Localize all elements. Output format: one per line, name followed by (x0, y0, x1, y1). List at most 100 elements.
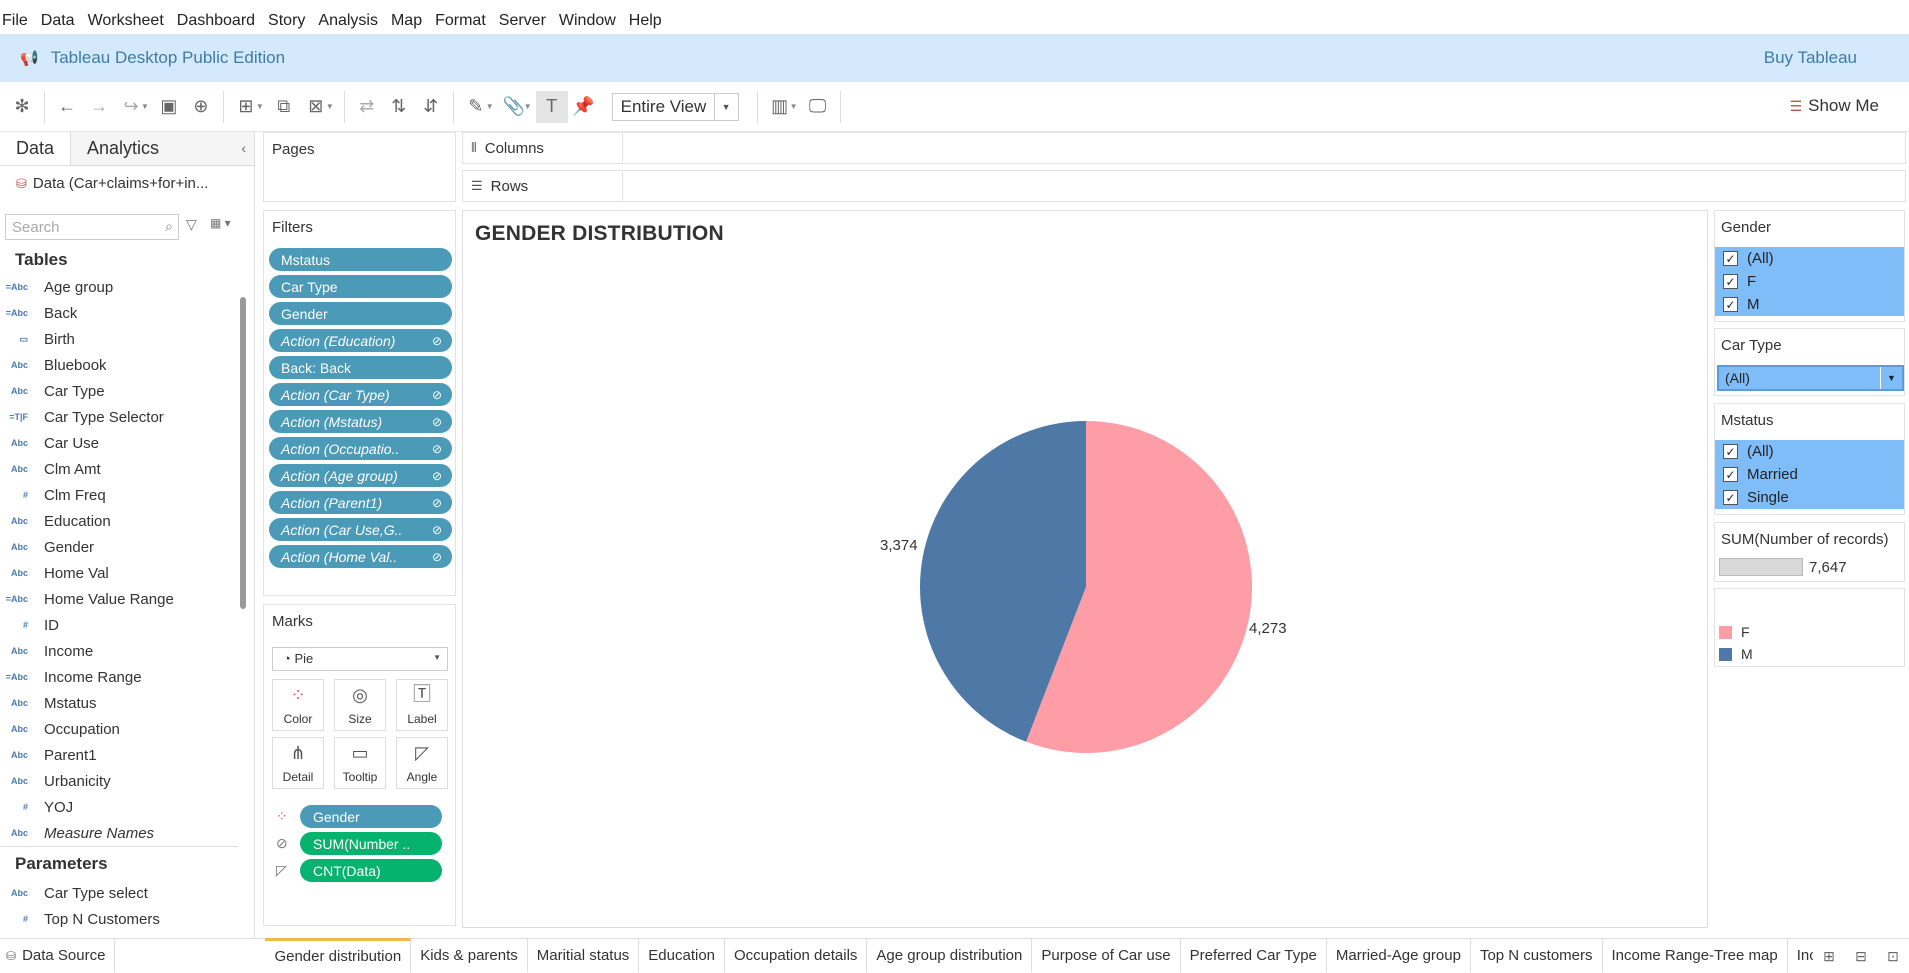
angle-button[interactable]: ◸ Angle (396, 737, 448, 789)
menu-story[interactable]: Story (268, 12, 305, 30)
field-item[interactable]: ▭ Birth (0, 326, 240, 352)
field-item[interactable]: # Clm Freq (0, 482, 240, 508)
car-type-dropdown[interactable]: (All) ▼ (1717, 365, 1904, 391)
sheet-tab[interactable]: Income Range-Tree map (1603, 939, 1788, 972)
field-item[interactable]: Abc Clm Amt (0, 456, 240, 482)
filter-pill[interactable]: Action (Home Val.. ⊘ (269, 545, 452, 568)
field-item[interactable]: =Abc Back (0, 300, 240, 326)
sort-ascending-icon[interactable]: ⇅ (383, 91, 415, 123)
field-item[interactable]: Abc Education (0, 508, 240, 534)
filter-pill[interactable]: Action (Occupatio.. ⊘ (269, 437, 452, 460)
field-item[interactable]: Abc Income (0, 638, 240, 664)
new-worksheet-icon[interactable]: ⊞ (1813, 948, 1845, 965)
menu-analysis[interactable]: Analysis (318, 12, 378, 30)
sum-records-size-pill[interactable]: SUM(Number .. (300, 832, 442, 855)
sheet-tab[interactable]: Married-Age group (1327, 939, 1471, 972)
field-item[interactable]: # YOJ (0, 794, 240, 820)
field-item[interactable]: Abc Mstatus (0, 690, 240, 716)
menu-server[interactable]: Server (499, 12, 546, 30)
sheet-tab[interactable]: Age group distribution (867, 939, 1033, 972)
new-dashboard-icon[interactable]: ⊟ (1845, 948, 1877, 965)
field-item[interactable]: Abc Car Use (0, 430, 240, 456)
sheet-tab[interactable]: Gender distribution (265, 938, 412, 972)
swap-icon[interactable]: ⇄ (351, 91, 383, 123)
size-button[interactable]: ◎ Size (334, 679, 386, 731)
gender-filter-option[interactable]: ✓ F (1715, 270, 1904, 293)
fit-view-select[interactable]: Entire View ▼ (611, 92, 739, 121)
parameter-item[interactable]: # Top N Customers (0, 906, 160, 932)
columns-shelf[interactable]: ⦀ Columns (462, 132, 1906, 164)
gender-filter-option[interactable]: ✓ M (1715, 293, 1904, 316)
tab-data[interactable]: Data (0, 132, 71, 165)
color-button[interactable]: ⁘ Color (272, 679, 324, 731)
field-item[interactable]: Abc Gender (0, 534, 240, 560)
mark-type-select[interactable]: ◔ Pie ▼ (272, 647, 448, 671)
color-legend-item[interactable]: F (1715, 621, 1904, 643)
buy-tableau-link[interactable]: Buy Tableau (1764, 48, 1857, 68)
filter-pill[interactable]: Action (Mstatus) ⊘ (269, 410, 452, 433)
dropdown-arrow-icon[interactable]: ▼ (141, 102, 149, 111)
menu-worksheet[interactable]: Worksheet (88, 12, 164, 30)
dropdown-arrow-icon[interactable]: ▼ (256, 102, 264, 111)
dropdown-arrow-icon[interactable]: ▼ (790, 102, 798, 111)
filter-pill[interactable]: Back: Back (269, 356, 452, 379)
sheet-tab[interactable]: Education (639, 939, 726, 972)
undo-icon[interactable]: ← (51, 91, 83, 123)
sheet-tab[interactable]: Top N customers (1471, 939, 1603, 972)
menu-file[interactable]: File (2, 12, 28, 30)
field-item[interactable]: # ID (0, 612, 240, 638)
filter-pill[interactable]: Action (Parent1) ⊘ (269, 491, 452, 514)
cnt-data-angle-pill[interactable]: CNT(Data) (300, 859, 442, 882)
redo-icon[interactable]: → (83, 91, 115, 123)
tooltip-button[interactable]: ▭ Tooltip (334, 737, 386, 789)
sort-descending-icon[interactable]: ⇵ (415, 91, 447, 123)
field-item[interactable]: Abc Car Type (0, 378, 240, 404)
menu-format[interactable]: Format (435, 12, 486, 30)
filter-pill[interactable]: Gender (269, 302, 452, 325)
checkbox-checked-icon[interactable]: ✓ (1723, 274, 1738, 289)
sheet-tab[interactable]: Preferred Car Type (1181, 939, 1327, 972)
show-me-button[interactable]: ☰ Show Me (1790, 96, 1879, 116)
filter-pill[interactable]: Car Type (269, 275, 452, 298)
menu-dashboard[interactable]: Dashboard (177, 12, 255, 30)
dropdown-arrow-icon[interactable]: ▼ (326, 102, 334, 111)
field-item[interactable]: Abc Occupation (0, 716, 240, 742)
menu-window[interactable]: Window (559, 12, 616, 30)
menu-map[interactable]: Map (391, 12, 422, 30)
collapse-pane-icon[interactable]: ‹ (241, 140, 246, 156)
new-datasource-icon[interactable]: ⊕ (185, 91, 217, 123)
field-list-scrollbar[interactable] (240, 297, 246, 609)
view-options-icon[interactable]: ▦ ▾ (210, 216, 231, 230)
pin-icon[interactable]: 📌 (568, 91, 600, 123)
sheet-tab[interactable]: Occupation details (725, 939, 868, 972)
new-story-icon[interactable]: ⊡ (1877, 948, 1909, 965)
mstatus-filter-option[interactable]: ✓ Married (1715, 463, 1904, 486)
field-item[interactable]: Abc Bluebook (0, 352, 240, 378)
gender-color-pill[interactable]: Gender (300, 805, 442, 828)
field-item[interactable]: =Abc Home Value Range (0, 586, 240, 612)
datasource-item[interactable]: ⛁ Data (Car+claims+for+in... (16, 175, 208, 192)
show-labels-icon[interactable]: T (535, 90, 568, 123)
checkbox-checked-icon[interactable]: ✓ (1723, 490, 1738, 505)
mstatus-filter-option[interactable]: ✓ (All) (1715, 440, 1904, 463)
sheet-tab[interactable]: Kids & parents (411, 939, 528, 972)
rows-shelf[interactable]: ☰ Rows (462, 170, 1906, 202)
filter-pill[interactable]: Mstatus (269, 248, 452, 271)
field-item[interactable]: Abc Urbanicity (0, 768, 240, 794)
checkbox-checked-icon[interactable]: ✓ (1723, 444, 1738, 459)
field-item[interactable]: =Abc Income Range (0, 664, 240, 690)
duplicate-sheet-icon[interactable]: ⧉ (268, 91, 300, 123)
detail-button[interactable]: ⋔ Detail (272, 737, 324, 789)
label-button[interactable]: 🅃 Label (396, 679, 448, 731)
menu-help[interactable]: Help (629, 12, 662, 30)
color-legend-item[interactable]: M (1715, 643, 1904, 665)
field-item[interactable]: =T|F Car Type Selector (0, 404, 240, 430)
field-item[interactable]: Abc Measure Names (0, 820, 240, 846)
sheet-tab[interactable]: Maritial status (528, 939, 640, 972)
save-icon[interactable]: ▣ (153, 91, 185, 123)
field-item[interactable]: =Abc Age group (0, 274, 240, 300)
filter-pill[interactable]: Action (Car Type) ⊘ (269, 383, 452, 406)
checkbox-checked-icon[interactable]: ✓ (1723, 251, 1738, 266)
data-source-tab[interactable]: ⛁ Data Source (0, 939, 116, 972)
tab-analytics[interactable]: Analytics (70, 132, 254, 165)
